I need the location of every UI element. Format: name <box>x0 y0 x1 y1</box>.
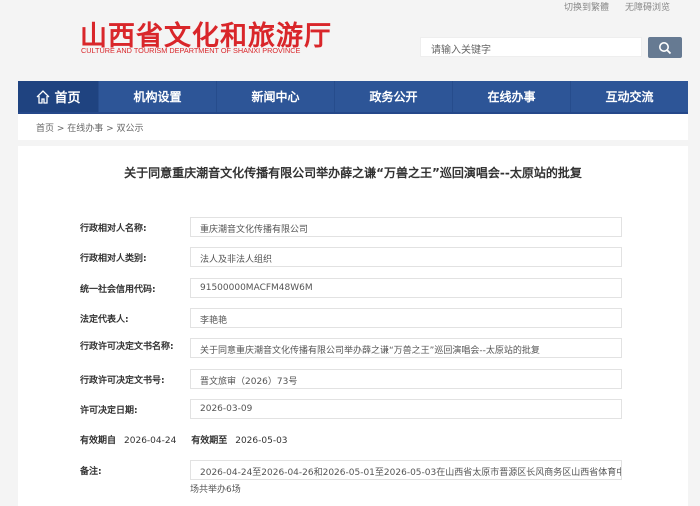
remarks-value: 2026-04-24至2026-04-26和2026-05-01至2026-05… <box>190 460 622 480</box>
field-label: 许可决定日期: <box>80 405 138 416</box>
traditional-chinese-link[interactable]: 切换到繁體 <box>564 0 609 13</box>
nav-label: 首页 <box>54 91 81 106</box>
field-label: 备注: <box>80 466 102 477</box>
detail-panel: 关于同意重庆潮音文化传播有限公司举办薛之谦“万兽之王”巡回演唱会--太原站的批复… <box>18 146 688 506</box>
field-label: 行政相对人名称: <box>80 223 147 234</box>
field-row: 行政许可决定文书名称: 关于同意重庆潮音文化传播有限公司举办薛之谦“万兽之王”巡回… <box>80 338 622 358</box>
field-value: 晋文旅审（2026）73号 <box>190 369 622 389</box>
home-icon <box>37 89 50 104</box>
search-input[interactable]: 请输入关键字 <box>420 37 642 57</box>
field-label: 行政许可决定文书号: <box>80 375 165 386</box>
validity-period: 有效期自 2026-04-24 有效期至 2026-05-03 <box>80 433 300 446</box>
search-button[interactable] <box>648 37 682 58</box>
accessibility-link[interactable]: 无障碍浏览 <box>625 0 670 13</box>
nav-interaction[interactable]: 互动交流 <box>570 81 688 112</box>
field-label: 行政相对人类别: <box>80 253 147 264</box>
validity-from-label: 有效期自 <box>80 436 117 446</box>
validity-to: 2026-05-03 <box>235 436 288 446</box>
field-row: 统一社会信用代码: 91500000MACFM48W6M <box>80 278 622 298</box>
field-row: 法定代表人: 李艳艳 <box>80 308 622 328</box>
field-value: 91500000MACFM48W6M <box>190 278 622 298</box>
nav-organization[interactable]: 机构设置 <box>98 81 216 112</box>
field-value: 关于同意重庆潮音文化传播有限公司举办薛之谦“万兽之王”巡回演唱会--太原站的批复 <box>190 338 622 358</box>
validity-to-label: 有效期至 <box>191 436 228 446</box>
remarks-continuation: 场共举办6场 <box>190 485 241 495</box>
field-value: 2026-03-09 <box>190 399 622 419</box>
validity-from: 2026-04-24 <box>124 436 177 446</box>
site-logo-english: CULTURE AND TOURISM DEPARTMENT OF SHANXI… <box>81 46 301 55</box>
field-value: 重庆潮音文化传播有限公司 <box>190 217 622 237</box>
nav-news[interactable]: 新闻中心 <box>216 81 334 112</box>
field-label: 行政许可决定文书名称: <box>80 342 174 352</box>
nav-home[interactable]: 首页 <box>18 81 98 112</box>
nav-online-services[interactable]: 在线办事 <box>452 81 570 112</box>
field-row: 行政许可决定文书号: 晋文旅审（2026）73号 <box>80 369 622 389</box>
field-row: 行政相对人类别: 法人及非法人组织 <box>80 247 622 267</box>
main-nav: 首页 机构设置 新闻中心 政务公开 在线办事 互动交流 <box>18 81 688 114</box>
top-links: 切换到繁體 无障碍浏览 <box>564 0 670 13</box>
field-row: 行政相对人名称: 重庆潮音文化传播有限公司 <box>80 217 622 237</box>
search-icon <box>659 41 672 54</box>
field-value: 法人及非法人组织 <box>190 247 622 267</box>
field-value: 李艳艳 <box>190 308 622 328</box>
field-row: 许可决定日期: 2026-03-09 <box>80 399 622 419</box>
remarks-row: 备注: 2026-04-24至2026-04-26和2026-05-01至2026… <box>80 460 622 480</box>
field-label: 法定代表人: <box>80 314 129 325</box>
field-label: 统一社会信用代码: <box>80 284 156 295</box>
page-title: 关于同意重庆潮音文化传播有限公司举办薛之谦“万兽之王”巡回演唱会--太原站的批复 <box>124 166 582 180</box>
breadcrumb[interactable]: 首页 > 在线办事 > 双公示 <box>18 114 688 140</box>
nav-government-affairs[interactable]: 政务公开 <box>334 81 452 112</box>
